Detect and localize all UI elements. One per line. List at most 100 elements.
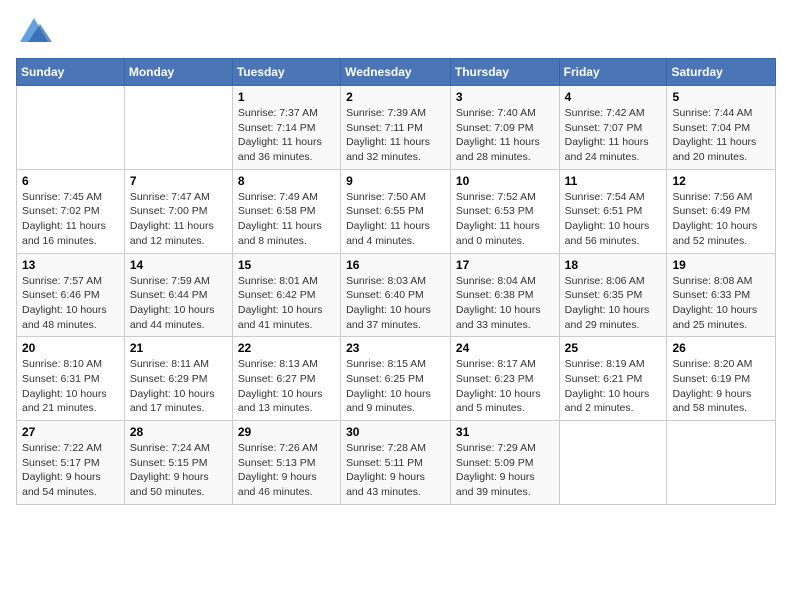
day-of-week-header: Saturday [667,59,776,86]
calendar-cell: 31 Sunrise: 7:29 AM Sunset: 5:09 PM Dayli… [450,421,559,505]
calendar-week-row: 6 Sunrise: 7:45 AM Sunset: 7:02 PM Daylig… [17,169,776,253]
day-info: Sunrise: 7:24 AM Sunset: 5:15 PM Dayligh… [130,441,227,500]
calendar-week-row: 1 Sunrise: 7:37 AM Sunset: 7:14 PM Daylig… [17,86,776,170]
day-info: Sunrise: 7:47 AM Sunset: 7:00 PM Dayligh… [130,190,227,249]
day-info: Sunrise: 8:11 AM Sunset: 6:29 PM Dayligh… [130,357,227,416]
calendar-cell: 11 Sunrise: 7:54 AM Sunset: 6:51 PM Dayli… [559,169,667,253]
day-info: Sunrise: 8:01 AM Sunset: 6:42 PM Dayligh… [238,274,335,333]
calendar-cell: 1 Sunrise: 7:37 AM Sunset: 7:14 PM Daylig… [232,86,340,170]
day-info: Sunrise: 8:08 AM Sunset: 6:33 PM Dayligh… [672,274,770,333]
day-info: Sunrise: 7:59 AM Sunset: 6:44 PM Dayligh… [130,274,227,333]
day-number: 21 [130,341,227,355]
day-info: Sunrise: 7:39 AM Sunset: 7:11 PM Dayligh… [346,106,445,165]
day-number: 7 [130,174,227,188]
page: SundayMondayTuesdayWednesdayThursdayFrid… [0,0,792,521]
calendar-cell: 25 Sunrise: 8:19 AM Sunset: 6:21 PM Dayli… [559,337,667,421]
day-number: 25 [565,341,662,355]
day-info: Sunrise: 7:57 AM Sunset: 6:46 PM Dayligh… [22,274,119,333]
day-info: Sunrise: 7:42 AM Sunset: 7:07 PM Dayligh… [565,106,662,165]
day-number: 13 [22,258,119,272]
header [16,10,776,50]
day-number: 5 [672,90,770,104]
day-info: Sunrise: 7:54 AM Sunset: 6:51 PM Dayligh… [565,190,662,249]
calendar-cell: 8 Sunrise: 7:49 AM Sunset: 6:58 PM Daylig… [232,169,340,253]
day-number: 17 [456,258,554,272]
day-info: Sunrise: 8:20 AM Sunset: 6:19 PM Dayligh… [672,357,770,416]
calendar-cell: 2Sunrise: 7:39 AM Sunset: 7:11 PM Daylig… [341,86,451,170]
day-info: Sunrise: 7:49 AM Sunset: 6:58 PM Dayligh… [238,190,335,249]
day-number: 14 [130,258,227,272]
day-number: 8 [238,174,335,188]
day-number: 24 [456,341,554,355]
day-number: 9 [346,174,445,188]
day-number: 16 [346,258,445,272]
day-number: 4 [565,90,662,104]
day-number: 1 [238,90,335,104]
calendar-cell: 3Sunrise: 7:40 AM Sunset: 7:09 PM Daylig… [450,86,559,170]
day-info: Sunrise: 8:04 AM Sunset: 6:38 PM Dayligh… [456,274,554,333]
calendar-cell: 18 Sunrise: 8:06 AM Sunset: 6:35 PM Dayli… [559,253,667,337]
day-number: 12 [672,174,770,188]
calendar-cell: 24 Sunrise: 8:17 AM Sunset: 6:23 PM Dayli… [450,337,559,421]
calendar-cell: 4 Sunrise: 7:42 AM Sunset: 7:07 PM Daylig… [559,86,667,170]
day-number: 26 [672,341,770,355]
day-of-week-header: Monday [124,59,232,86]
day-info: Sunrise: 7:52 AM Sunset: 6:53 PM Dayligh… [456,190,554,249]
day-info: Sunrise: 7:28 AM Sunset: 5:11 PM Dayligh… [346,441,445,500]
day-of-week-header: Wednesday [341,59,451,86]
calendar-cell: 12Sunrise: 7:56 AM Sunset: 6:49 PM Dayli… [667,169,776,253]
calendar-cell: 23Sunrise: 8:15 AM Sunset: 6:25 PM Dayli… [341,337,451,421]
calendar-cell: 19 Sunrise: 8:08 AM Sunset: 6:33 PM Dayli… [667,253,776,337]
day-info: Sunrise: 7:37 AM Sunset: 7:14 PM Dayligh… [238,106,335,165]
day-number: 19 [672,258,770,272]
calendar-cell [17,86,125,170]
day-number: 28 [130,425,227,439]
calendar-cell: 15Sunrise: 8:01 AM Sunset: 6:42 PM Dayli… [232,253,340,337]
calendar-cell: 30 Sunrise: 7:28 AM Sunset: 5:11 PM Dayli… [341,421,451,505]
calendar: SundayMondayTuesdayWednesdayThursdayFrid… [16,58,776,505]
calendar-cell: 6 Sunrise: 7:45 AM Sunset: 7:02 PM Daylig… [17,169,125,253]
day-info: Sunrise: 8:19 AM Sunset: 6:21 PM Dayligh… [565,357,662,416]
day-of-week-header: Tuesday [232,59,340,86]
calendar-cell: 14 Sunrise: 7:59 AM Sunset: 6:44 PM Dayli… [124,253,232,337]
calendar-cell: 28 Sunrise: 7:24 AM Sunset: 5:15 PM Dayli… [124,421,232,505]
calendar-cell: 17 Sunrise: 8:04 AM Sunset: 6:38 PM Dayli… [450,253,559,337]
day-info: Sunrise: 7:45 AM Sunset: 7:02 PM Dayligh… [22,190,119,249]
day-number: 6 [22,174,119,188]
calendar-cell: 7 Sunrise: 7:47 AM Sunset: 7:00 PM Daylig… [124,169,232,253]
day-number: 20 [22,341,119,355]
calendar-header-row: SundayMondayTuesdayWednesdayThursdayFrid… [17,59,776,86]
day-info: Sunrise: 8:15 AM Sunset: 6:25 PM Dayligh… [346,357,445,416]
calendar-cell: 26 Sunrise: 8:20 AM Sunset: 6:19 PM Dayli… [667,337,776,421]
day-info: Sunrise: 7:26 AM Sunset: 5:13 PM Dayligh… [238,441,335,500]
day-info: Sunrise: 7:22 AM Sunset: 5:17 PM Dayligh… [22,441,119,500]
logo-icon [16,14,52,50]
day-info: Sunrise: 8:13 AM Sunset: 6:27 PM Dayligh… [238,357,335,416]
day-info: Sunrise: 8:17 AM Sunset: 6:23 PM Dayligh… [456,357,554,416]
day-number: 31 [456,425,554,439]
day-number: 30 [346,425,445,439]
calendar-cell: 22Sunrise: 8:13 AM Sunset: 6:27 PM Dayli… [232,337,340,421]
calendar-cell: 9 Sunrise: 7:50 AM Sunset: 6:55 PM Daylig… [341,169,451,253]
calendar-week-row: 27 Sunrise: 7:22 AM Sunset: 5:17 PM Dayli… [17,421,776,505]
calendar-cell: 27 Sunrise: 7:22 AM Sunset: 5:17 PM Dayli… [17,421,125,505]
day-number: 3 [456,90,554,104]
day-info: Sunrise: 7:29 AM Sunset: 5:09 PM Dayligh… [456,441,554,500]
day-of-week-header: Friday [559,59,667,86]
day-number: 29 [238,425,335,439]
day-info: Sunrise: 7:50 AM Sunset: 6:55 PM Dayligh… [346,190,445,249]
calendar-week-row: 20 Sunrise: 8:10 AM Sunset: 6:31 PM Dayli… [17,337,776,421]
day-of-week-header: Sunday [17,59,125,86]
day-number: 27 [22,425,119,439]
day-number: 11 [565,174,662,188]
day-number: 18 [565,258,662,272]
logo [16,14,56,50]
calendar-cell [124,86,232,170]
day-info: Sunrise: 7:44 AM Sunset: 7:04 PM Dayligh… [672,106,770,165]
day-info: Sunrise: 8:06 AM Sunset: 6:35 PM Dayligh… [565,274,662,333]
day-info: Sunrise: 8:03 AM Sunset: 6:40 PM Dayligh… [346,274,445,333]
day-info: Sunrise: 8:10 AM Sunset: 6:31 PM Dayligh… [22,357,119,416]
calendar-cell: 13 Sunrise: 7:57 AM Sunset: 6:46 PM Dayli… [17,253,125,337]
day-of-week-header: Thursday [450,59,559,86]
calendar-week-row: 13 Sunrise: 7:57 AM Sunset: 6:46 PM Dayli… [17,253,776,337]
